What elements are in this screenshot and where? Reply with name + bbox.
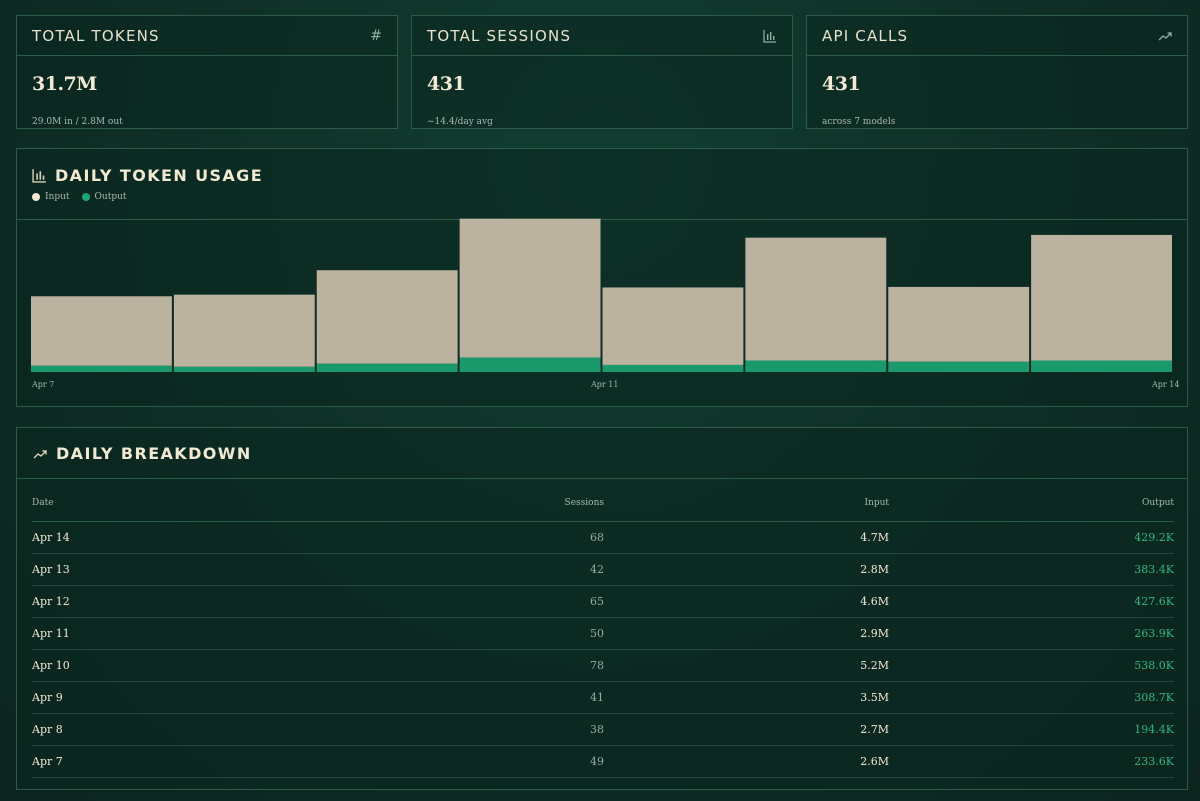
bar-input-apr-8 <box>173 294 315 367</box>
cell-input: 3.5M <box>604 681 889 714</box>
cell-date: Apr 7 <box>32 745 290 778</box>
cell-sessions: 49 <box>290 745 604 778</box>
bar-output-apr-10 <box>459 357 601 372</box>
cell-output: 383.4K <box>889 553 1174 586</box>
cell-input: 4.6M <box>604 585 889 618</box>
breakdown-header: DAILY BREAKDOWN <box>32 444 252 463</box>
bar-output-apr-11 <box>602 364 744 372</box>
bar-output-apr-13 <box>888 361 1030 372</box>
cell-sessions: 42 <box>290 553 604 586</box>
cell-date: Apr 12 <box>32 585 290 618</box>
column-header-input: Input <box>604 486 889 522</box>
cell-input: 2.8M <box>604 553 889 586</box>
x-tick-label: Apr 14 <box>1152 380 1180 389</box>
cell-input: 2.6M <box>604 745 889 778</box>
cell-sessions: 78 <box>290 649 604 682</box>
trend-up-icon <box>33 449 47 458</box>
bar-output-apr-14 <box>1031 360 1172 372</box>
table-row: Apr 7 49 2.6M 233.6K <box>32 745 1174 778</box>
bar-output-apr-9 <box>316 363 458 372</box>
cell-sessions: 65 <box>290 585 604 618</box>
cell-date: Apr 14 <box>32 521 290 554</box>
cell-date: Apr 13 <box>32 553 290 586</box>
cell-sessions: 50 <box>290 617 604 650</box>
cell-output: 263.9K <box>889 617 1174 650</box>
bar-input-apr-7 <box>31 296 172 366</box>
cell-sessions: 38 <box>290 713 604 746</box>
bar-input-apr-11 <box>602 287 744 365</box>
column-header-date: Date <box>32 486 290 522</box>
column-header-output: Output <box>889 486 1174 522</box>
bar-output-apr-8 <box>173 366 315 372</box>
bar-input-apr-9 <box>316 270 458 364</box>
breakdown-table: Date Sessions Input Output Apr 14 68 4.7… <box>32 486 1174 778</box>
table-row: Apr 14 68 4.7M 429.2K <box>32 521 1174 554</box>
bar-input-apr-14 <box>1031 234 1172 361</box>
x-tick-label: Apr 11 <box>591 380 619 389</box>
cell-sessions: 41 <box>290 681 604 714</box>
bar-input-apr-12 <box>745 237 887 361</box>
cell-date: Apr 8 <box>32 713 290 746</box>
cell-output: 538.0K <box>889 649 1174 682</box>
cell-input: 4.7M <box>604 521 889 554</box>
table-row: Apr 9 41 3.5M 308.7K <box>32 681 1174 714</box>
table-row: Apr 8 38 2.7M 194.4K <box>32 713 1174 746</box>
cell-input: 2.7M <box>604 713 889 746</box>
cell-output: 427.6K <box>889 585 1174 618</box>
cell-output: 194.4K <box>889 713 1174 746</box>
x-tick-label: Apr 7 <box>32 380 55 389</box>
daily-breakdown-panel: DAILY BREAKDOWN Date Sessions Input Outp… <box>16 427 1188 790</box>
breakdown-divider <box>17 478 1187 479</box>
cell-date: Apr 9 <box>32 681 290 714</box>
table-row: Apr 10 78 5.2M 538.0K <box>32 649 1174 682</box>
cell-output: 233.6K <box>889 745 1174 778</box>
cell-date: Apr 11 <box>32 617 290 650</box>
bar-output-apr-12 <box>745 360 887 372</box>
cell-input: 2.9M <box>604 617 889 650</box>
column-header-sessions: Sessions <box>290 486 604 522</box>
cell-sessions: 68 <box>290 521 604 554</box>
table-row: Apr 12 65 4.6M 427.6K <box>32 585 1174 618</box>
table-header-row: Date Sessions Input Output <box>32 486 1174 522</box>
bar-output-apr-7 <box>31 365 172 372</box>
cell-output: 429.2K <box>889 521 1174 554</box>
section-title: DAILY BREAKDOWN <box>56 444 252 463</box>
bar-input-apr-13 <box>888 286 1030 362</box>
cell-date: Apr 10 <box>32 649 290 682</box>
table-row: Apr 13 42 2.8M 383.4K <box>32 553 1174 586</box>
cell-input: 5.2M <box>604 649 889 682</box>
bar-input-apr-10 <box>459 218 601 358</box>
table-row: Apr 11 50 2.9M 263.9K <box>32 617 1174 650</box>
cell-output: 308.7K <box>889 681 1174 714</box>
